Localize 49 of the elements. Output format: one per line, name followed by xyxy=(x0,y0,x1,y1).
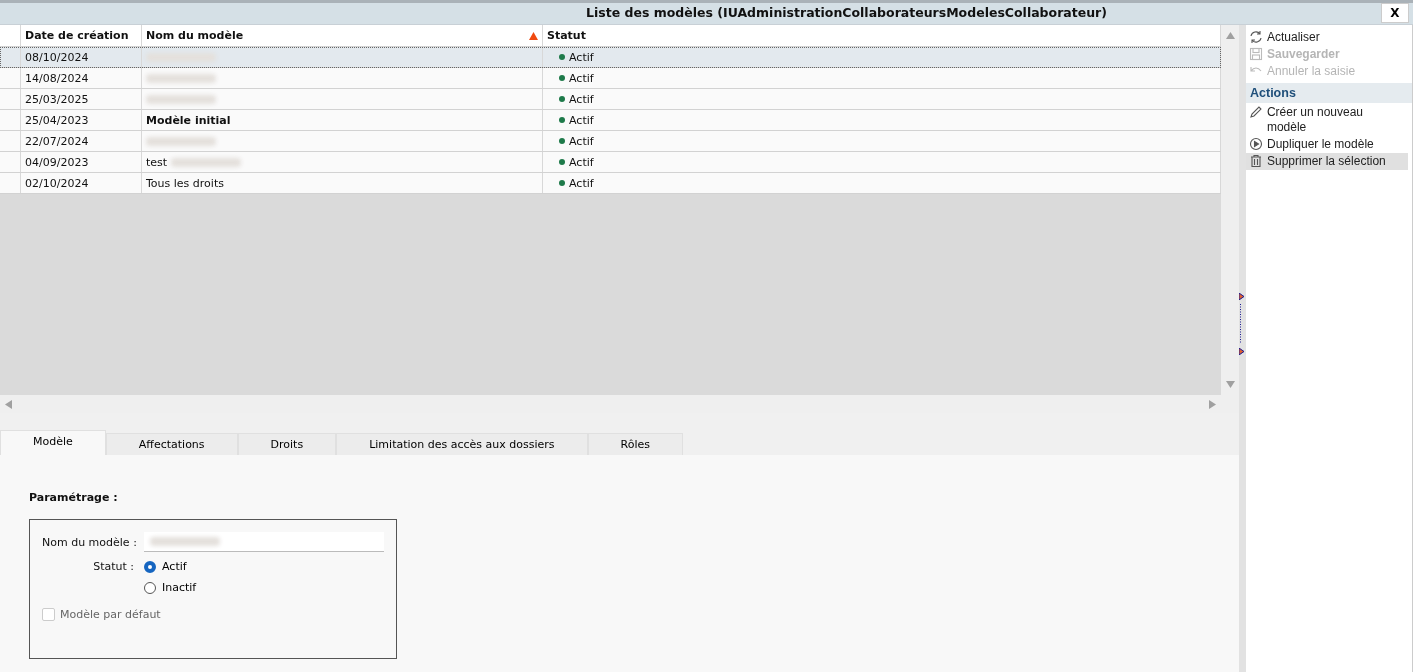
tab[interactable]: Droits xyxy=(237,433,337,455)
table-cell: Tous les droits xyxy=(142,173,543,193)
table-row[interactable]: 25/04/2023 Modèle initial Actif xyxy=(0,110,1221,131)
table-cell: test xyxy=(142,152,543,172)
table-cell: Modèle initial xyxy=(142,110,543,130)
radio-button[interactable]: Actif xyxy=(144,560,187,573)
column-header[interactable]: Date de création xyxy=(21,25,142,46)
tab[interactable]: Modèle xyxy=(0,430,106,455)
table-cell: 22/07/2024 xyxy=(21,131,142,151)
table-cell: 14/08/2024 xyxy=(21,68,142,88)
splitter-grip-icon[interactable] xyxy=(1239,304,1242,344)
tab[interactable]: Rôles xyxy=(587,433,683,455)
actions-heading: Actions xyxy=(1246,83,1412,103)
trash-icon xyxy=(1249,154,1263,168)
tab[interactable]: Limitation des accès aux dossiers xyxy=(336,433,588,455)
pencil-icon xyxy=(1249,105,1263,119)
window-title: Liste des modèles (IUAdministrationCollaborateursModelesCollaborateur) xyxy=(586,4,1107,20)
action-item[interactable]: Créer un nouveau modèle xyxy=(1246,104,1408,136)
action-item[interactable]: Supprimer la sélection xyxy=(1246,153,1408,170)
play-icon xyxy=(1249,137,1263,151)
table-cell: 04/09/2023 xyxy=(21,152,142,172)
input-field[interactable] xyxy=(144,532,384,552)
field-label: Nom du modèle : xyxy=(42,535,134,549)
close-button[interactable]: X xyxy=(1381,3,1409,23)
table-cell: 08/10/2024 xyxy=(21,47,142,67)
radio-button[interactable]: Inactif xyxy=(144,581,197,594)
toolbar-item[interactable]: Actualiser xyxy=(1246,29,1408,46)
field-label: Statut : xyxy=(92,560,134,573)
action-item[interactable]: Dupliquer le modèle xyxy=(1246,136,1408,153)
splitter-arrow-icon[interactable] xyxy=(1239,293,1244,300)
table-cell: 25/04/2023 xyxy=(21,110,142,130)
scroll-right-icon[interactable] xyxy=(1208,399,1217,409)
table-row[interactable]: 25/03/2025 Actif xyxy=(0,89,1221,110)
section-title: Paramétrage : xyxy=(29,491,119,504)
scroll-down-icon[interactable] xyxy=(1225,380,1235,389)
column-header[interactable]: Nom du modèle xyxy=(142,25,543,46)
scroll-up-icon[interactable] xyxy=(1225,31,1235,40)
table-row[interactable]: 22/07/2024 Actif xyxy=(0,131,1221,152)
table-row[interactable]: 02/10/2024 Tous les droits Actif xyxy=(0,173,1221,194)
splitter-arrow-icon[interactable] xyxy=(1239,348,1244,355)
refresh-icon xyxy=(1249,30,1263,44)
table-row[interactable]: 04/09/2023 test Actif xyxy=(0,152,1221,173)
scroll-left-icon[interactable] xyxy=(4,399,13,409)
table-cell: 25/03/2025 xyxy=(21,89,142,109)
save-icon xyxy=(1249,47,1263,61)
table-row[interactable]: 14/08/2024 Actif xyxy=(0,68,1221,89)
tab[interactable]: Affectations xyxy=(105,433,238,455)
table-row[interactable]: 08/10/2024 Actif xyxy=(0,47,1221,68)
table-cell: 02/10/2024 xyxy=(21,173,142,193)
